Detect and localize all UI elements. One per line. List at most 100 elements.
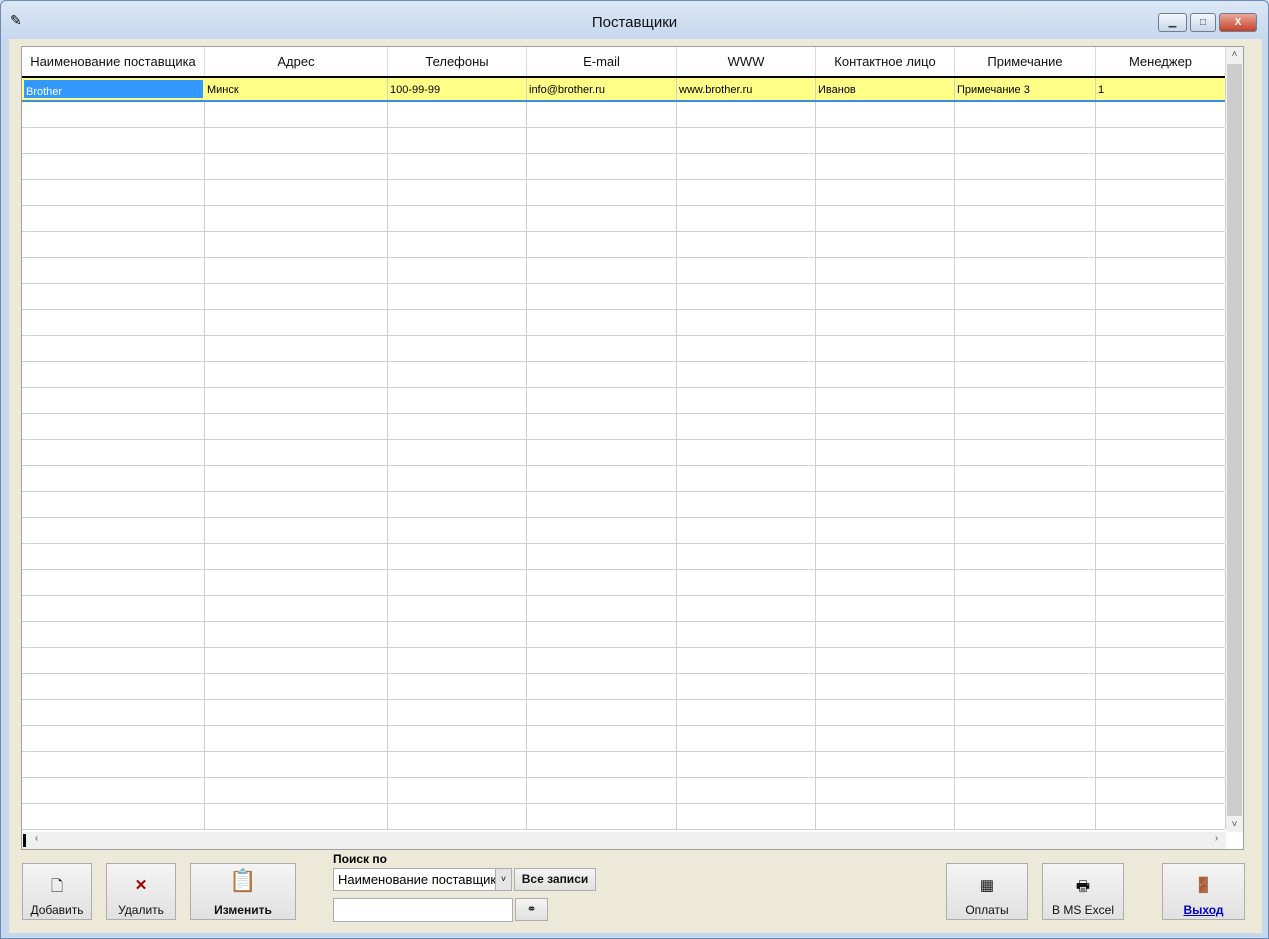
table-cell[interactable] (527, 102, 677, 127)
table-cell[interactable] (816, 596, 955, 621)
table-cell[interactable] (677, 284, 816, 309)
table-cell[interactable] (205, 778, 388, 803)
table-cell[interactable] (205, 726, 388, 751)
table-cell[interactable] (955, 284, 1096, 309)
table-row[interactable] (22, 154, 1226, 180)
table-cell[interactable] (205, 622, 388, 647)
table-cell[interactable] (388, 388, 527, 413)
table-cell[interactable] (677, 466, 816, 491)
table-cell[interactable] (388, 232, 527, 257)
table-cell[interactable] (388, 414, 527, 439)
table-row[interactable] (22, 466, 1226, 492)
table-row[interactable] (22, 310, 1226, 336)
table-cell[interactable] (527, 258, 677, 283)
table-row[interactable] (22, 128, 1226, 154)
table-cell[interactable] (22, 128, 205, 153)
table-cell[interactable] (205, 258, 388, 283)
table-row[interactable] (22, 440, 1226, 466)
table-cell[interactable] (388, 128, 527, 153)
table-cell[interactable] (388, 440, 527, 465)
table-cell[interactable] (816, 310, 955, 335)
table-cell[interactable] (677, 804, 816, 829)
table-cell[interactable] (1096, 128, 1226, 153)
table-cell[interactable] (205, 336, 388, 361)
table-cell[interactable] (22, 544, 205, 569)
table-cell[interactable] (816, 206, 955, 231)
table-cell[interactable] (22, 622, 205, 647)
table-cell[interactable] (388, 362, 527, 387)
table-row[interactable] (22, 544, 1226, 570)
table-row[interactable] (22, 778, 1226, 804)
table-cell[interactable] (816, 804, 955, 829)
table-cell[interactable] (816, 388, 955, 413)
table-cell[interactable] (388, 466, 527, 491)
table-cell[interactable] (1096, 570, 1226, 595)
table-cell[interactable] (955, 414, 1096, 439)
table-cell[interactable] (677, 778, 816, 803)
table-row[interactable] (22, 622, 1226, 648)
table-cell[interactable] (388, 804, 527, 829)
table-row[interactable] (22, 518, 1226, 544)
excel-export-button[interactable]: 🖶 В MS Excel (1042, 863, 1124, 920)
table-row[interactable] (22, 648, 1226, 674)
table-cell[interactable] (388, 102, 527, 127)
table-cell[interactable] (388, 206, 527, 231)
table-cell[interactable] (205, 674, 388, 699)
table-cell[interactable] (22, 648, 205, 673)
table-row[interactable] (22, 804, 1226, 830)
table-cell[interactable] (22, 674, 205, 699)
table-row[interactable] (22, 336, 1226, 362)
vertical-scrollbar[interactable]: ˄ ˅ (1226, 47, 1243, 832)
table-row[interactable] (22, 596, 1226, 622)
table-cell[interactable] (1096, 258, 1226, 283)
table-cell[interactable] (527, 440, 677, 465)
table-cell[interactable] (955, 362, 1096, 387)
table-cell[interactable] (205, 362, 388, 387)
table-cell[interactable] (816, 336, 955, 361)
table-cell[interactable] (22, 102, 205, 127)
table-cell[interactable] (1096, 180, 1226, 205)
table-cell[interactable]: Минск (205, 78, 388, 100)
table-cell[interactable] (955, 232, 1096, 257)
table-cell[interactable] (1096, 544, 1226, 569)
table-cell[interactable] (22, 700, 205, 725)
table-cell[interactable] (816, 232, 955, 257)
table-cell[interactable] (677, 544, 816, 569)
table-cell[interactable] (388, 752, 527, 777)
column-header[interactable]: E-mail (527, 47, 677, 76)
table-cell[interactable] (388, 492, 527, 517)
table-cell[interactable] (22, 206, 205, 231)
table-row[interactable] (22, 492, 1226, 518)
table-cell[interactable] (527, 570, 677, 595)
table-row[interactable] (22, 102, 1226, 128)
table-cell[interactable] (677, 570, 816, 595)
table-cell[interactable] (1096, 726, 1226, 751)
table-row[interactable] (22, 206, 1226, 232)
table-cell[interactable] (1096, 622, 1226, 647)
table-cell[interactable] (205, 102, 388, 127)
table-cell[interactable] (1096, 778, 1226, 803)
table-cell[interactable] (1096, 648, 1226, 673)
column-header[interactable]: Примечание (955, 47, 1096, 76)
table-cell[interactable] (1096, 388, 1226, 413)
table-cell[interactable]: Brother (22, 78, 205, 100)
table-row[interactable]: Brother Минск 100-99-99 info@brother.ru www.… (22, 76, 1226, 102)
maximize-button[interactable]: □ (1190, 13, 1216, 32)
scroll-thumb[interactable] (1227, 64, 1242, 816)
table-cell[interactable] (388, 154, 527, 179)
table-cell[interactable] (816, 518, 955, 543)
table-cell[interactable] (816, 700, 955, 725)
suppliers-table[interactable]: ˄ ˅ ‹ › Наименование поставщика Адрес Теле… (21, 46, 1244, 850)
table-cell[interactable] (955, 492, 1096, 517)
table-cell[interactable] (816, 102, 955, 127)
table-cell[interactable]: Иванов (816, 78, 955, 100)
table-cell[interactable] (388, 544, 527, 569)
table-cell[interactable] (677, 154, 816, 179)
table-cell[interactable] (22, 466, 205, 491)
table-cell[interactable] (527, 648, 677, 673)
table-row[interactable] (22, 726, 1226, 752)
table-cell[interactable] (1096, 596, 1226, 621)
table-cell[interactable] (816, 544, 955, 569)
table-cell[interactable] (1096, 414, 1226, 439)
table-cell[interactable] (677, 362, 816, 387)
